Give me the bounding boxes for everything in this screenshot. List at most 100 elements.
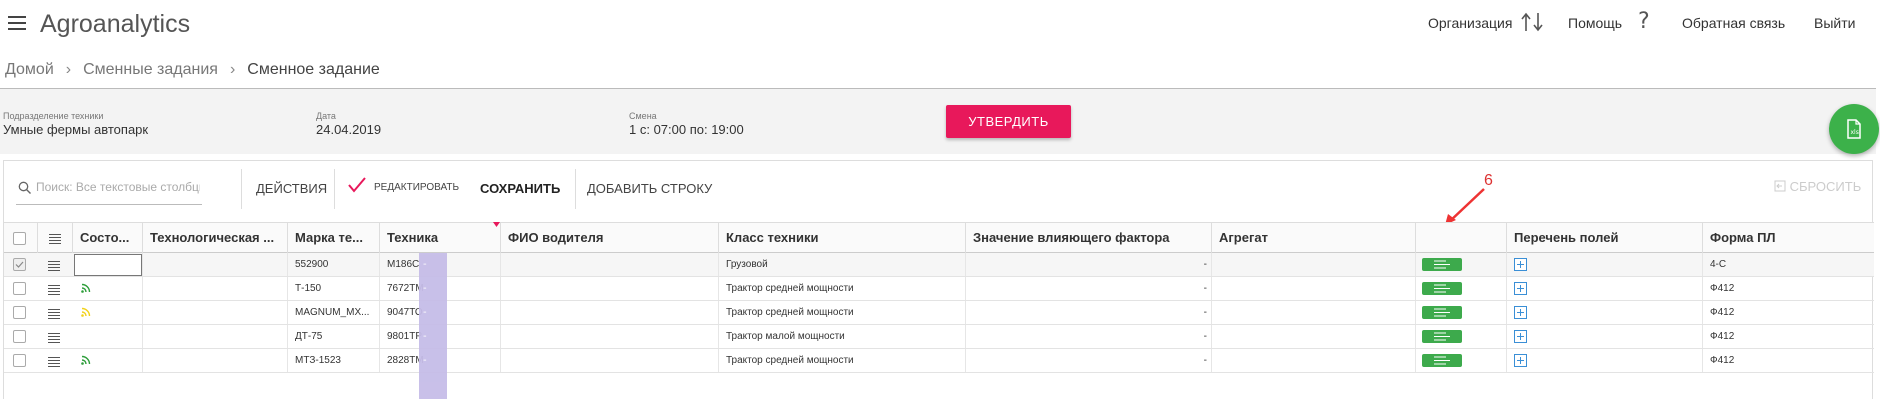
swap-icon[interactable] (1520, 11, 1544, 39)
tech-class-cell: Трактор малой мощности (719, 325, 966, 348)
info-panel: Подразделение техники Умные фермы автопа… (0, 88, 1876, 154)
breadcrumb-home[interactable]: Домой (5, 61, 54, 78)
row-menu-icon[interactable] (48, 357, 60, 369)
row-menu-icon[interactable] (48, 333, 60, 345)
add-row-button[interactable]: ДОБАВИТЬ СТРОКУ (587, 181, 712, 196)
organization-link[interactable]: Организация (1428, 15, 1512, 31)
edit-check-icon[interactable] (348, 177, 366, 193)
driver-cell[interactable] (501, 277, 719, 300)
route-list-button[interactable] (1422, 306, 1462, 319)
status-editor[interactable] (74, 254, 142, 276)
save-button[interactable]: СОХРАНИТЬ (480, 181, 560, 196)
table-row[interactable]: MAGNUM_MX... 9047ТО Трактор средней мощн… (4, 301, 1874, 325)
route-list-button[interactable] (1422, 330, 1462, 343)
action-cell (1416, 277, 1507, 300)
question-icon[interactable]: ? (1638, 9, 1650, 34)
driver-cell[interactable] (501, 253, 719, 276)
menu-icon[interactable] (8, 16, 26, 30)
reset-button: СБРОСИТЬ (1774, 179, 1861, 194)
list-icon (1434, 308, 1450, 317)
row-checkbox[interactable] (13, 330, 26, 343)
action-cell (1416, 253, 1507, 276)
grid-toolbar: ДЕЙСТВИЯ РЕДАКТИРОВАТЬ СОХРАНИТЬ ДОБАВИТ… (4, 161, 1874, 225)
add-field-icon[interactable] (1514, 282, 1527, 295)
sort-marker-icon (493, 222, 500, 227)
logout-link[interactable]: Выйти (1814, 15, 1855, 31)
help-link[interactable]: Помощь (1568, 15, 1622, 31)
table-row[interactable]: ДТ-75 9801ТР Трактор малой мощности - Ф4… (4, 325, 1874, 349)
route-list-button[interactable] (1422, 258, 1462, 271)
row-checkbox[interactable] (13, 258, 26, 271)
status-cell (73, 301, 143, 324)
add-field-icon[interactable] (1514, 330, 1527, 343)
col-fields[interactable]: Перечень полей (1507, 223, 1703, 253)
row-checkbox[interactable] (13, 306, 26, 319)
row-menu-icon[interactable] (48, 309, 60, 321)
route-list-button[interactable] (1422, 282, 1462, 295)
tech-class-cell: Грузовой (719, 253, 966, 276)
brand-cell: МТЗ-1523 (288, 349, 380, 372)
driver-cell[interactable] (501, 325, 719, 348)
signal-yellow-icon (81, 307, 91, 317)
add-field-icon[interactable] (1514, 306, 1527, 319)
status-cell (73, 277, 143, 300)
col-action[interactable] (1416, 223, 1507, 253)
col-technological[interactable]: Технологическая ... (143, 223, 288, 253)
col-status[interactable]: Состо... (73, 223, 143, 253)
aggregate-cell (1212, 301, 1416, 324)
select-all-checkbox[interactable] (13, 232, 26, 245)
row-menu-icon[interactable] (48, 261, 60, 273)
chevron-right-icon: › (65, 61, 72, 78)
approve-button[interactable]: УТВЕРДИТЬ (946, 105, 1071, 138)
driver-cell[interactable] (501, 301, 719, 324)
row-menu-icon[interactable] (48, 285, 60, 297)
factor-value: - (1203, 307, 1207, 318)
table-header: Состо... Технологическая ... Марка те...… (4, 222, 1874, 253)
app-header: Agroanalytics Организация Помощь ? Обрат… (0, 0, 1880, 54)
excel-file-icon: xls (1847, 119, 1861, 139)
edit-button[interactable]: РЕДАКТИРОВАТЬ (374, 182, 459, 193)
driver-cell[interactable] (501, 349, 719, 372)
aggregate-cell (1212, 349, 1416, 372)
fields-cell (1507, 253, 1703, 276)
route-list-button[interactable] (1422, 354, 1462, 367)
table-row[interactable]: 552900 М186С Грузовой - 4-С (4, 253, 1874, 277)
breadcrumb-shift-tasks[interactable]: Сменные задания (83, 61, 218, 78)
row-checkbox[interactable] (13, 282, 26, 295)
aggregate-cell (1212, 325, 1416, 348)
shift-task-grid: ДЕЙСТВИЯ РЕДАКТИРОВАТЬ СОХРАНИТЬ ДОБАВИТ… (3, 160, 1874, 399)
list-icon (1434, 284, 1450, 293)
col-aggregate[interactable]: Агрегат (1212, 223, 1416, 253)
status-cell[interactable] (73, 253, 143, 276)
export-excel-button[interactable]: xls (1829, 104, 1879, 154)
col-form[interactable]: Форма ПЛ (1703, 223, 1874, 253)
search-field[interactable] (16, 175, 202, 205)
date-label: Дата (316, 111, 336, 121)
fields-cell (1507, 301, 1703, 324)
action-cell (1416, 349, 1507, 372)
chevron-right-icon: › (229, 61, 236, 78)
feedback-link[interactable]: Обратная связь (1682, 15, 1785, 31)
signal-green-icon (81, 355, 91, 365)
col-factor[interactable]: Значение влияющего фактора (966, 223, 1212, 253)
table-row[interactable]: Т-150 7672ТМ Трактор средней мощности - … (4, 277, 1874, 301)
shift-label: Смена (629, 111, 657, 121)
actions-button[interactable]: ДЕЙСТВИЯ (256, 181, 327, 196)
col-brand[interactable]: Марка те... (288, 223, 380, 253)
add-field-icon[interactable] (1514, 258, 1527, 271)
col-tech-class[interactable]: Класс техники (719, 223, 966, 253)
row-checkbox[interactable] (13, 354, 26, 367)
factor-cell: - (966, 349, 1212, 372)
brand-cell: 552900 (288, 253, 380, 276)
brand-cell: ДТ-75 (288, 325, 380, 348)
search-icon (18, 181, 31, 194)
col-tech[interactable]: Техника (380, 223, 501, 253)
tech-class-cell: Трактор средней мощности (719, 301, 966, 324)
menu-icon[interactable] (49, 234, 61, 246)
factor-cell: - (966, 277, 1212, 300)
shift-info: Смена 1 с: 07:00 по: 19:00 (629, 111, 744, 137)
add-field-icon[interactable] (1514, 354, 1527, 367)
table-row[interactable]: МТЗ-1523 2828ТМ Трактор средней мощности… (4, 349, 1874, 373)
search-input[interactable] (36, 180, 200, 194)
col-driver[interactable]: ФИО водителя (501, 223, 719, 253)
